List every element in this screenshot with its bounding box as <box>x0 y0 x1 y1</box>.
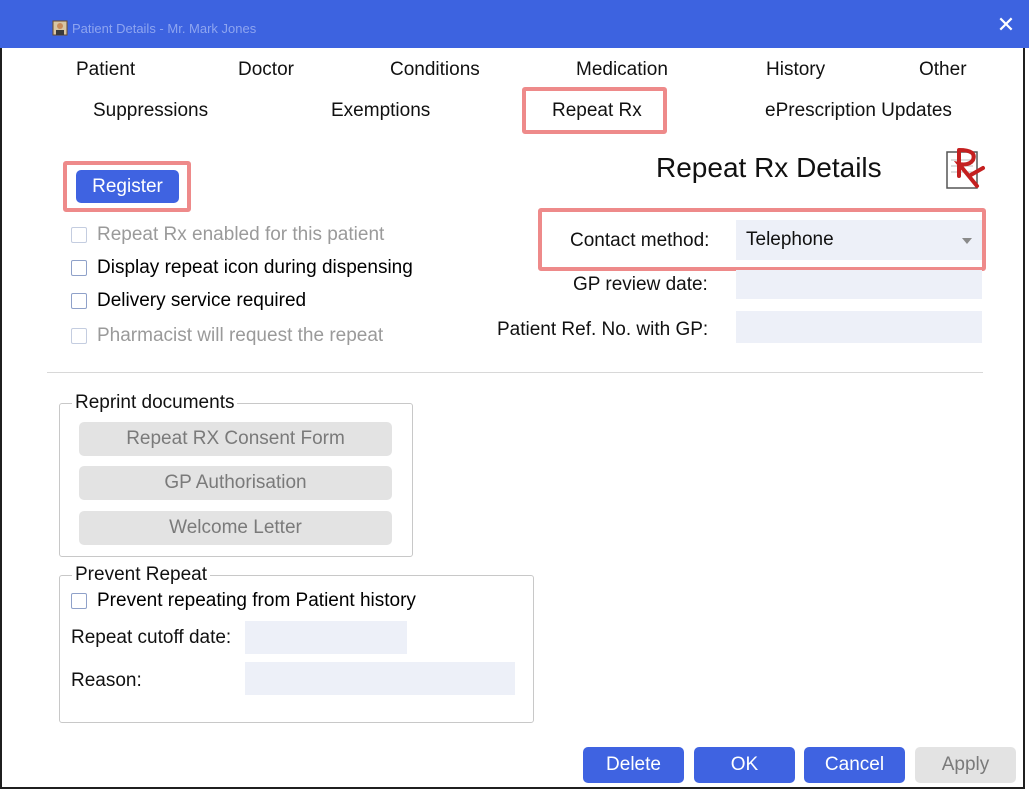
patient-icon <box>52 20 68 36</box>
delivery-service-checkbox[interactable]: Delivery service required <box>71 289 306 313</box>
display-repeat-icon-checkbox[interactable]: Display repeat icon during dispensing <box>71 256 413 280</box>
register-button[interactable]: Register <box>76 170 179 203</box>
chevron-down-icon <box>962 238 972 244</box>
tab-repeat-rx[interactable]: Repeat Rx <box>552 100 642 122</box>
tab-other[interactable]: Other <box>919 59 967 81</box>
checkbox-label: Prevent repeating from Patient history <box>97 590 416 611</box>
gp-review-date-label: GP review date: <box>573 274 708 295</box>
tab-exemptions[interactable]: Exemptions <box>331 100 430 122</box>
contact-method-value: Telephone <box>746 229 834 250</box>
tab-doctor[interactable]: Doctor <box>238 59 294 81</box>
page-title: Repeat Rx Details <box>656 152 882 183</box>
repeat-cutoff-date-label: Repeat cutoff date: <box>71 627 232 648</box>
apply-button[interactable]: Apply <box>915 747 1016 783</box>
window-title: Patient Details - Mr. Mark Jones <box>72 21 257 36</box>
tab-patient[interactable]: Patient <box>76 59 135 81</box>
checkbox-box[interactable] <box>71 260 87 276</box>
patient-ref-input[interactable] <box>736 311 982 343</box>
pharmacist-request-checkbox[interactable]: Pharmacist will request the repeat <box>71 324 383 348</box>
checkbox-box[interactable] <box>71 328 87 344</box>
cancel-button[interactable]: Cancel <box>804 747 905 783</box>
checkbox-label: Pharmacist will request the repeat <box>97 325 384 346</box>
tab-history[interactable]: History <box>766 59 825 81</box>
divider <box>47 372 983 373</box>
gp-authorisation-button[interactable]: GP Authorisation <box>79 466 392 500</box>
reason-input[interactable] <box>245 662 515 695</box>
gp-review-date-input[interactable] <box>736 270 982 299</box>
tab-medication[interactable]: Medication <box>576 59 668 81</box>
checkbox-box[interactable] <box>71 293 87 309</box>
prevent-repeating-checkbox[interactable]: Prevent repeating from Patient history <box>71 589 416 613</box>
checkbox-box[interactable] <box>71 227 87 243</box>
checkbox-label: Display repeat icon during dispensing <box>97 257 413 278</box>
prevent-repeat-legend: Prevent Repeat <box>72 564 211 586</box>
reprint-documents-legend: Reprint documents <box>72 392 238 414</box>
prescription-rx-icon <box>946 148 985 189</box>
welcome-letter-button[interactable]: Welcome Letter <box>79 511 392 545</box>
contact-method-label: Contact method: <box>570 230 710 251</box>
contact-method-select[interactable]: Telephone <box>736 220 982 260</box>
consent-form-button[interactable]: Repeat RX Consent Form <box>79 422 392 456</box>
checkbox-box[interactable] <box>71 593 87 609</box>
tab-suppressions[interactable]: Suppressions <box>93 100 208 122</box>
checkbox-label: Delivery service required <box>97 290 307 311</box>
delete-button[interactable]: Delete <box>583 747 684 783</box>
tab-conditions[interactable]: Conditions <box>390 59 480 81</box>
reason-label: Reason: <box>71 670 142 691</box>
patient-ref-label: Patient Ref. No. with GP: <box>497 319 709 340</box>
checkbox-label: Repeat Rx enabled for this patient <box>97 224 385 245</box>
ok-button[interactable]: OK <box>694 747 795 783</box>
close-icon[interactable]: ✕ <box>995 15 1017 37</box>
repeat-enabled-checkbox[interactable]: Repeat Rx enabled for this patient <box>71 223 384 247</box>
tab-eprescription-updates[interactable]: ePrescription Updates <box>765 100 952 122</box>
repeat-cutoff-date-input[interactable] <box>245 621 407 654</box>
title-bar: Patient Details - Mr. Mark Jones ✕ <box>0 0 1029 48</box>
